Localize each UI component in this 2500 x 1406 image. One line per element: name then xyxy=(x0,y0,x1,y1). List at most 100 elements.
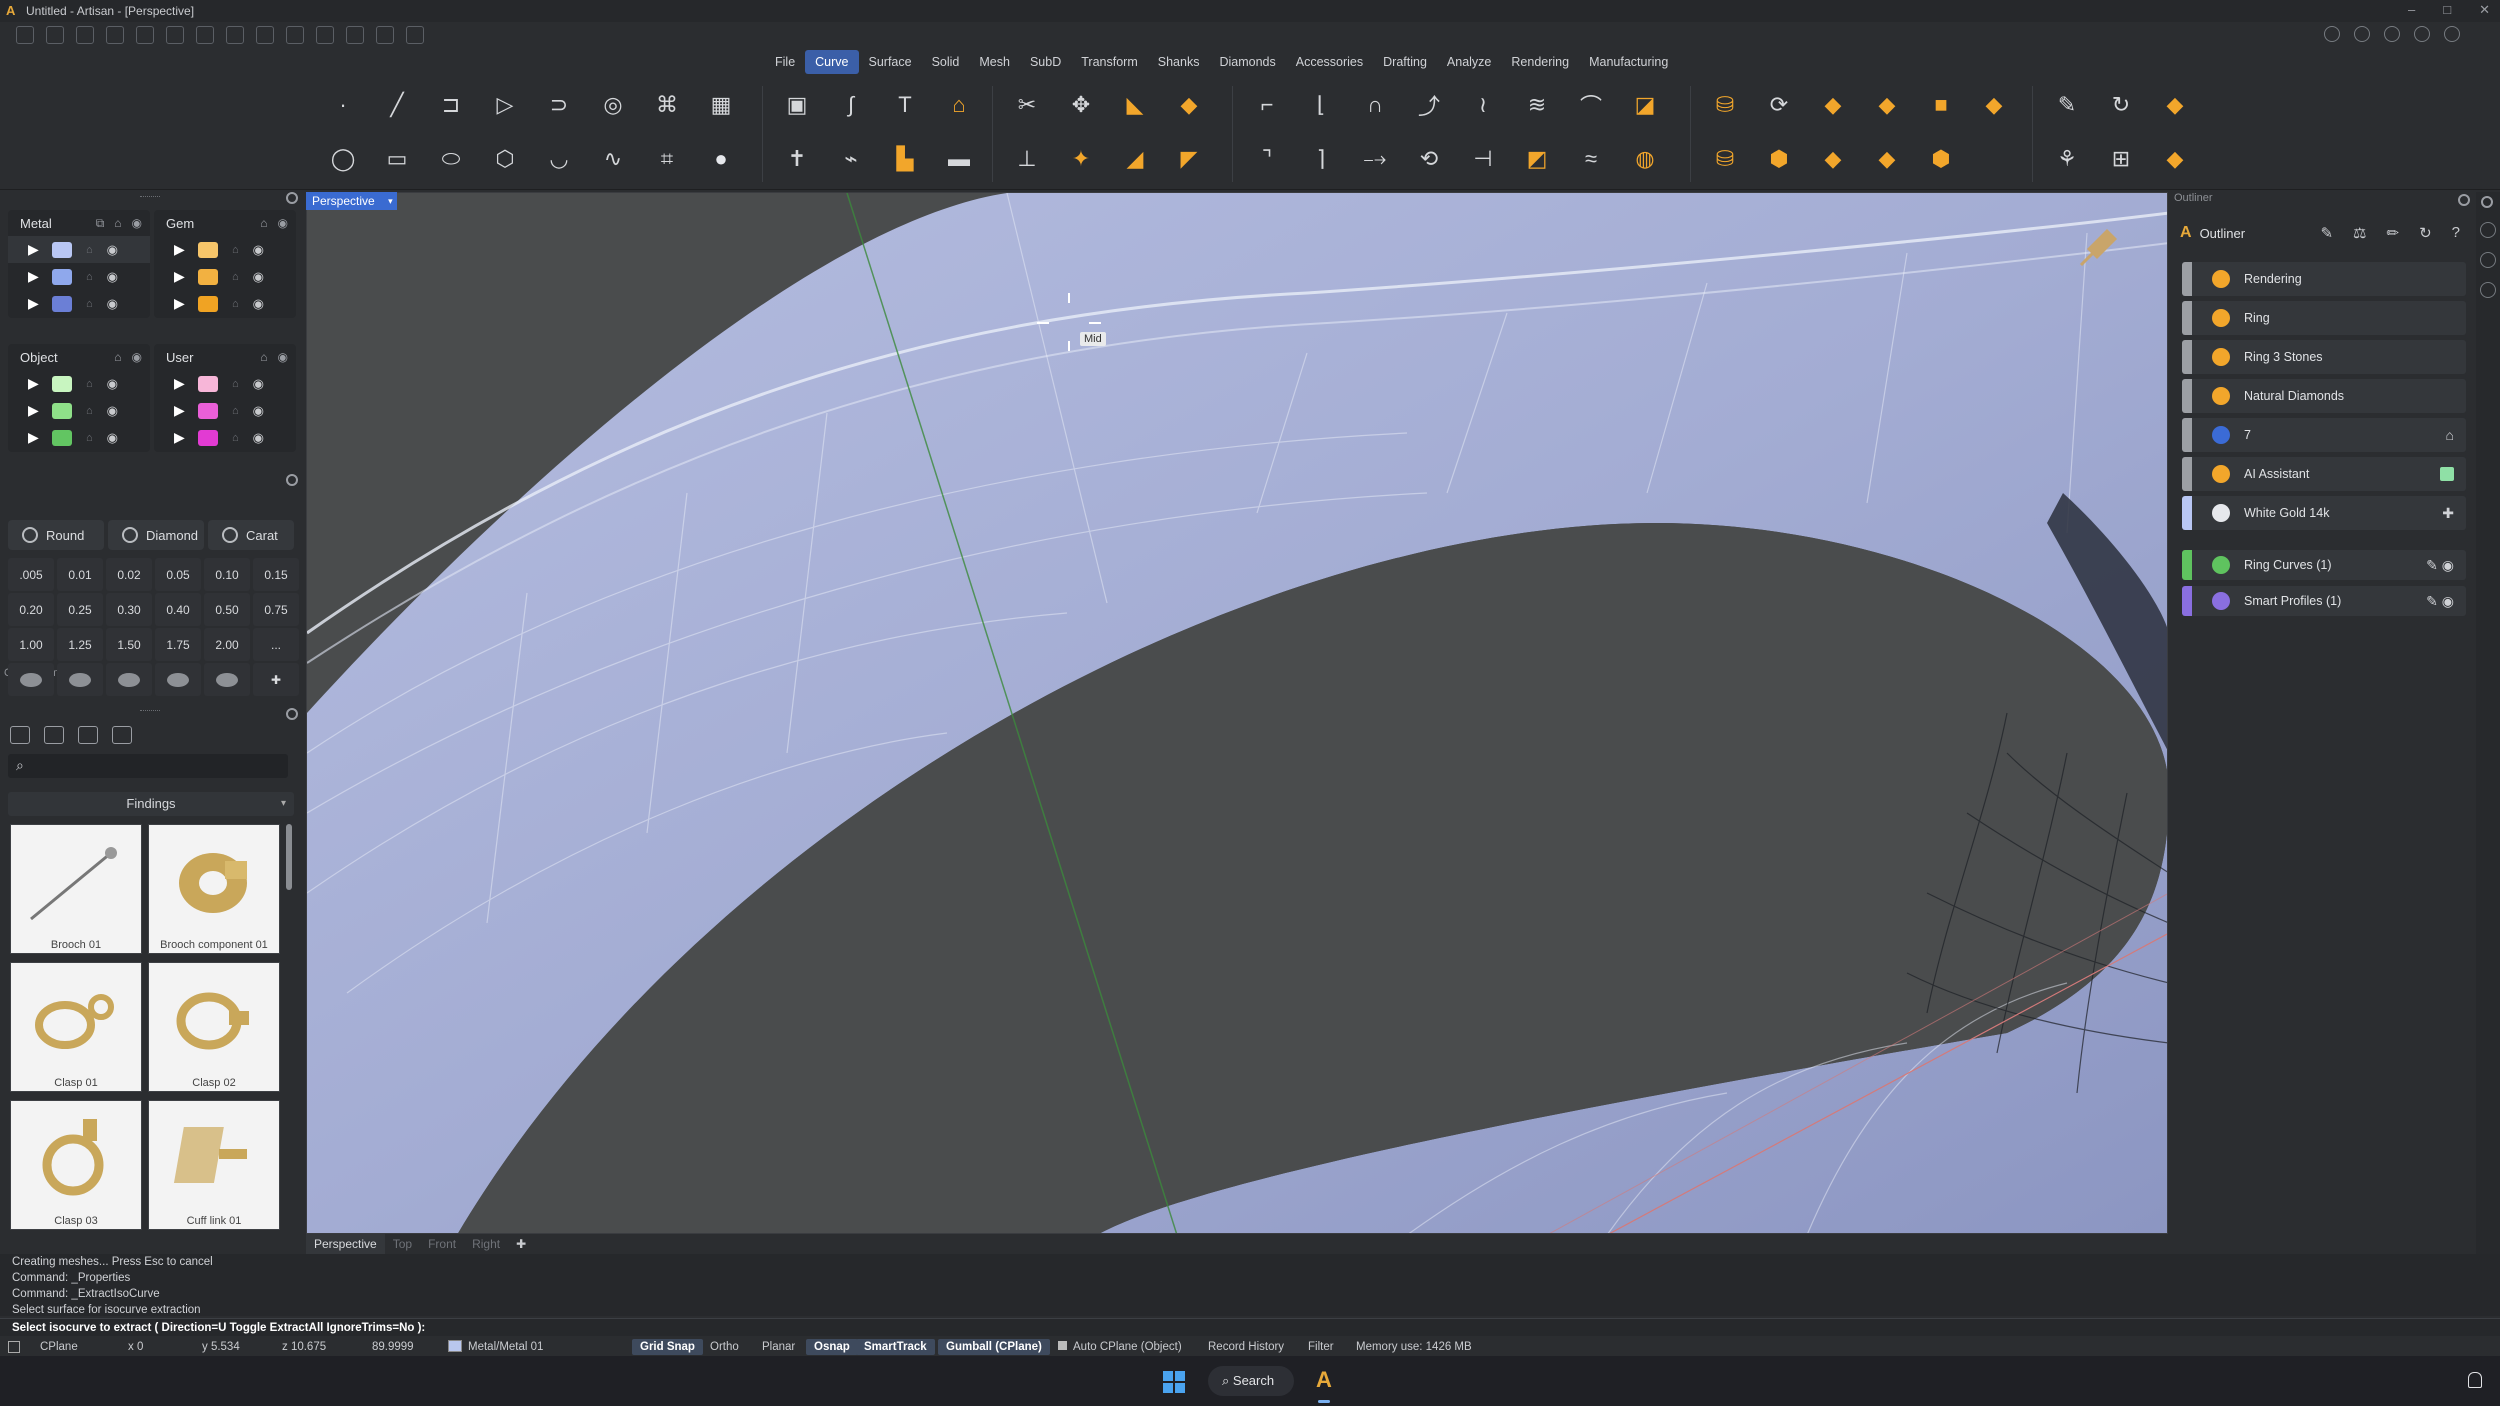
eye-icon[interactable]: ◉ xyxy=(107,403,118,419)
layer-row[interactable]: ▶ ⌂ ◉ xyxy=(154,424,296,451)
tab-rendering[interactable]: Rendering xyxy=(1501,50,1579,74)
layer-row[interactable]: ▶ ⌂ ◉ xyxy=(154,397,296,424)
copy-icon[interactable] xyxy=(256,26,274,44)
layer-row[interactable]: ▶ ⌂ ◉ xyxy=(8,370,150,397)
gear-icon[interactable] xyxy=(286,474,298,486)
freeform-curve-icon[interactable]: ∿ xyxy=(593,139,633,179)
viewport-tab-top[interactable]: Top xyxy=(385,1234,420,1254)
tab-solid[interactable]: Solid xyxy=(922,50,970,74)
gem-size-button[interactable]: 2.00 xyxy=(204,628,250,661)
open-folder-icon[interactable] xyxy=(106,26,124,44)
centerline-icon[interactable]: ✝ xyxy=(777,139,817,179)
monogram-icon[interactable]: ⌂ xyxy=(939,85,979,125)
play-icon[interactable]: ▶ xyxy=(174,375,185,392)
eye-icon[interactable]: ◉ xyxy=(107,242,118,258)
tab-drafting[interactable]: Drafting xyxy=(1373,50,1437,74)
sketch-curve-icon[interactable]: ∫ xyxy=(831,85,871,125)
gear-icon[interactable] xyxy=(2481,196,2493,208)
split-icon[interactable]: ◣ xyxy=(1115,85,1155,125)
section-icon[interactable]: ◆ xyxy=(2155,139,2195,179)
dashed-icon[interactable]: ⤍ xyxy=(1355,139,1395,179)
outliner-item-smart-profiles[interactable]: Smart Profiles (1) ✎ ◉ xyxy=(2182,586,2466,616)
walk-icon[interactable]: ⚘ xyxy=(2047,139,2087,179)
arc-icon[interactable]: ◡ xyxy=(539,139,579,179)
gem-size-button[interactable]: 0.20 xyxy=(8,593,54,626)
edge-surface-icon[interactable]: ◆ xyxy=(1974,85,2014,125)
tab-curve[interactable]: Curve xyxy=(805,50,859,74)
corner-icon[interactable]: ⌝ xyxy=(1247,139,1287,179)
library-item[interactable]: Brooch component 01 xyxy=(148,824,280,954)
edit-icon[interactable]: ✏ xyxy=(2387,224,2400,242)
layer-row[interactable]: ▶ ⌂ ◉ xyxy=(8,397,150,424)
outliner-item-ai-assistant[interactable]: AI Assistant xyxy=(2182,457,2466,491)
info-icon[interactable] xyxy=(2354,26,2370,42)
open-file-icon[interactable] xyxy=(76,26,94,44)
sweep-icon[interactable]: ⟳ xyxy=(1759,85,1799,125)
layer-swatch[interactable] xyxy=(198,429,218,446)
layer-row[interactable]: ▶ ⌂ ◉ xyxy=(8,236,150,263)
fillet-icon[interactable]: ⌐ xyxy=(1247,85,1287,125)
polyline-icon[interactable]: ⊐ xyxy=(431,85,471,125)
new-template-icon[interactable] xyxy=(46,26,64,44)
tab-manufacturing[interactable]: Manufacturing xyxy=(1579,50,1678,74)
balance-icon[interactable]: ⚖ xyxy=(2353,224,2366,242)
close-button[interactable]: ✕ xyxy=(2479,2,2490,18)
zoom-fit-icon[interactable]: ⊞ xyxy=(2101,139,2141,179)
tab-surface[interactable]: Surface xyxy=(859,50,922,74)
play-icon[interactable]: ▶ xyxy=(28,402,39,419)
layer-swatch[interactable] xyxy=(198,375,218,392)
explode-icon[interactable]: ✦ xyxy=(1061,139,1101,179)
sphere-curve-icon[interactable]: ● xyxy=(701,139,741,179)
settings-icon[interactable] xyxy=(406,26,424,44)
gear-icon[interactable] xyxy=(2458,194,2470,206)
library-item[interactable]: Clasp 03 xyxy=(10,1100,142,1230)
diamond-button[interactable]: Diamond xyxy=(108,520,204,550)
move-points-icon[interactable]: ✥ xyxy=(1061,85,1101,125)
play-icon[interactable]: ▶ xyxy=(28,241,39,258)
outliner-item-size[interactable]: 7 ⌂ xyxy=(2182,418,2466,452)
viewport-tab-front[interactable]: Front xyxy=(420,1234,464,1254)
library-search-input[interactable]: ⌕ xyxy=(8,754,288,778)
folder-icon[interactable] xyxy=(10,726,30,744)
filter-toggle[interactable]: Filter xyxy=(1308,1339,1334,1355)
solid-icon[interactable]: ⬢ xyxy=(1921,139,1961,179)
interpolate-curve-icon[interactable]: ⊃ xyxy=(539,85,579,125)
edit-eye-icons[interactable]: ✎ ◉ xyxy=(2426,593,2454,610)
layer-swatch[interactable] xyxy=(198,241,218,258)
paintbrush-icon[interactable]: ✎ xyxy=(2047,85,2087,125)
wave-icon[interactable]: ≈ xyxy=(1571,139,1611,179)
eye-icon[interactable]: ◉ xyxy=(107,430,118,446)
lock-icon[interactable]: ⌂ xyxy=(86,298,93,310)
gem-size-button[interactable]: 1.00 xyxy=(8,628,54,661)
gem-size-button[interactable]: 0.40 xyxy=(155,593,201,626)
tab-shanks[interactable]: Shanks xyxy=(1148,50,1210,74)
trace-image-icon[interactable]: ▣ xyxy=(777,85,817,125)
trim-icon[interactable]: ✂ xyxy=(1007,85,1047,125)
lock-icon[interactable]: ⌂ xyxy=(232,271,239,283)
eye-icon[interactable]: ◉ xyxy=(107,296,118,312)
play-icon[interactable]: ▶ xyxy=(174,295,185,312)
carat-button[interactable]: Carat xyxy=(208,520,294,550)
save-as-icon[interactable] xyxy=(226,26,244,44)
link-icon[interactable]: ⧉ xyxy=(96,216,105,231)
point-icon[interactable]: · xyxy=(323,85,363,125)
stack-icon[interactable] xyxy=(2384,26,2400,42)
display-icon[interactable] xyxy=(2480,282,2496,298)
layer-swatch[interactable] xyxy=(198,268,218,285)
viewport-label[interactable]: Perspective ▾ xyxy=(306,192,397,210)
outliner-item-white-gold[interactable]: White Gold 14k ✚ xyxy=(2182,496,2466,530)
lock-icon[interactable]: ⌂ xyxy=(86,271,93,283)
layer-swatch[interactable] xyxy=(52,375,72,392)
eye-icon[interactable]: ◉ xyxy=(278,216,288,230)
layer-row[interactable]: ▶ ⌂ ◉ xyxy=(154,263,296,290)
panel-toggle-icon[interactable] xyxy=(8,1341,20,1353)
polygon-icon[interactable]: ⬡ xyxy=(485,139,525,179)
layout-icon[interactable] xyxy=(346,26,364,44)
help-icon[interactable] xyxy=(2414,26,2430,42)
play-icon[interactable]: ▶ xyxy=(28,268,39,285)
undo-icon[interactable] xyxy=(136,26,154,44)
layer-swatch[interactable] xyxy=(52,295,72,312)
panel-handle[interactable] xyxy=(140,196,160,200)
ellipse-icon[interactable]: ⬭ xyxy=(431,139,471,179)
gem-add-button[interactable]: ✚ xyxy=(253,663,299,696)
